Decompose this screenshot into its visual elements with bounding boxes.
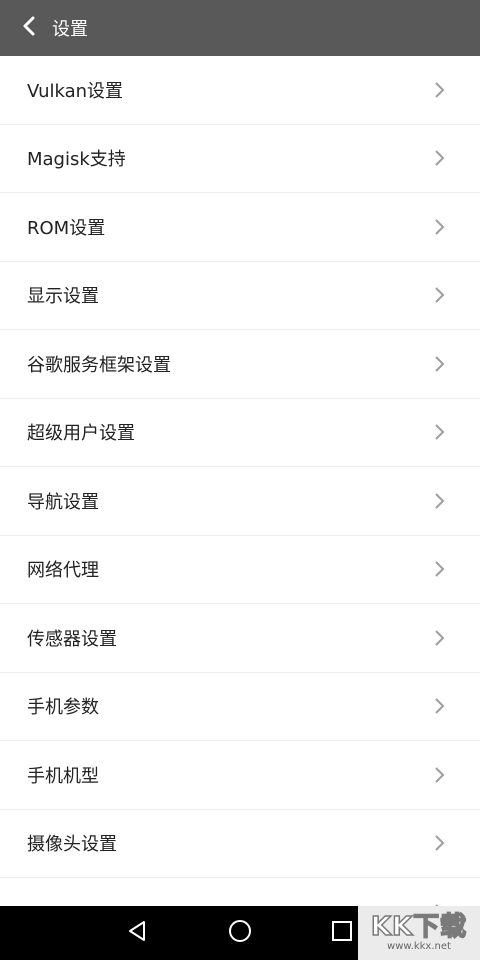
settings-list: Vulkan设置 Magisk支持 ROM设置 显示设置 谷歌服务框架设置 超级… — [0, 56, 480, 906]
chevron-right-icon — [434, 766, 446, 784]
page-title: 设置 — [52, 19, 88, 40]
chevron-right-icon — [434, 149, 446, 167]
settings-item-phone-params[interactable]: 手机参数 — [0, 673, 480, 741]
settings-item-phone-model[interactable]: 手机机型 — [0, 741, 480, 810]
chevron-right-icon — [434, 423, 446, 441]
circle-home-icon — [227, 918, 253, 948]
settings-item-navigation[interactable]: 导航设置 — [0, 467, 480, 536]
settings-item-label: 网络代理 — [27, 560, 99, 582]
settings-item-label: 手机参数 — [27, 697, 99, 719]
app-bar: 设置 — [0, 0, 480, 56]
chevron-right-icon — [434, 697, 446, 715]
chevron-right-icon — [434, 560, 446, 578]
chevron-right-icon — [434, 355, 446, 373]
settings-item-label: 传感器设置 — [27, 628, 117, 650]
settings-item-rom[interactable]: ROM设置 — [0, 193, 480, 262]
square-recents-icon — [329, 918, 355, 948]
settings-item-label: 摄像头设置 — [27, 834, 117, 856]
chevron-right-icon — [434, 286, 446, 304]
settings-item-label: 谷歌服务框架设置 — [27, 354, 171, 376]
chevron-left-icon — [18, 14, 42, 42]
chevron-right-icon — [434, 629, 446, 647]
settings-item-display[interactable]: 显示设置 — [0, 262, 480, 330]
watermark-main-text: KK下载 — [370, 912, 468, 942]
watermark-url: www.kkx.net — [387, 941, 451, 952]
settings-item-partial[interactable] — [0, 878, 480, 906]
watermark-logo: KK下载 www.kkx.net — [358, 906, 480, 960]
chevron-right-icon — [434, 81, 446, 99]
settings-item-network-proxy[interactable]: 网络代理 — [0, 536, 480, 604]
settings-item-google-services[interactable]: 谷歌服务框架设置 — [0, 330, 480, 399]
settings-item-label: 手机机型 — [27, 765, 99, 787]
triangle-back-icon — [124, 918, 150, 948]
settings-item-label: Vulkan设置 — [27, 80, 124, 102]
settings-item-sensors[interactable]: 传感器设置 — [0, 604, 480, 673]
settings-item-label: 超级用户设置 — [27, 423, 135, 445]
back-button[interactable] — [6, 0, 54, 56]
nav-back-button[interactable] — [124, 920, 150, 946]
chevron-right-icon — [434, 834, 446, 852]
settings-item-label: 导航设置 — [27, 491, 99, 513]
settings-item-label: 显示设置 — [27, 286, 99, 308]
settings-item-label: ROM设置 — [27, 217, 106, 239]
settings-item-label: Magisk支持 — [27, 149, 126, 171]
chevron-right-icon — [434, 218, 446, 236]
settings-item-superuser[interactable]: 超级用户设置 — [0, 399, 480, 467]
nav-recents-button[interactable] — [329, 920, 355, 946]
settings-item-magisk[interactable]: Magisk支持 — [0, 125, 480, 193]
chevron-right-icon — [434, 492, 446, 510]
settings-item-camera[interactable]: 摄像头设置 — [0, 810, 480, 878]
nav-home-button[interactable] — [227, 920, 253, 946]
settings-item-vulkan[interactable]: Vulkan设置 — [0, 56, 480, 125]
